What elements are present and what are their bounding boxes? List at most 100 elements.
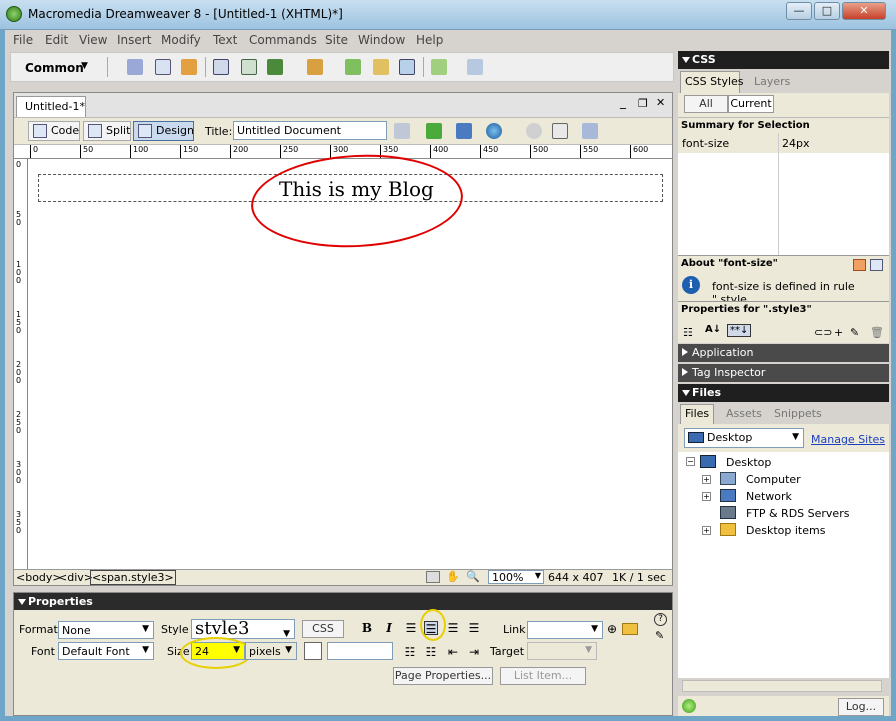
image-icon[interactable] — [267, 59, 283, 75]
globe-icon[interactable] — [486, 123, 502, 139]
menu-modify[interactable]: Modify — [161, 33, 201, 47]
named-anchor-icon[interactable] — [181, 59, 197, 75]
unordered-list-icon[interactable]: ☷ — [403, 645, 417, 659]
menu-commands[interactable]: Commands — [249, 33, 317, 47]
delete-icon[interactable]: 🗑 — [870, 326, 884, 339]
close-button[interactable]: ✕ — [842, 2, 886, 20]
email-link-icon[interactable] — [155, 59, 171, 75]
tab-snippets[interactable]: Snippets — [774, 407, 822, 420]
menu-text[interactable]: Text — [213, 33, 237, 47]
zoom-tool-icon[interactable]: 🔍 — [466, 570, 480, 583]
table-icon[interactable] — [213, 59, 229, 75]
comment-icon[interactable] — [373, 59, 389, 75]
show-list-icon[interactable] — [870, 259, 883, 271]
application-panel-header[interactable]: Application — [678, 344, 889, 362]
tab-files[interactable]: Files — [685, 407, 709, 420]
minimize-button[interactable]: — — [786, 2, 812, 20]
templates-icon[interactable] — [431, 59, 447, 75]
justify-icon[interactable]: ☰ — [467, 621, 481, 635]
tab-untitled-1[interactable]: Untitled-1* — [16, 96, 86, 117]
manage-sites-link[interactable]: Manage Sites — [811, 433, 885, 446]
help-icon[interactable]: ? — [654, 613, 667, 626]
div-icon[interactable] — [241, 59, 257, 75]
maximize-button[interactable]: □ — [814, 2, 840, 20]
current-mode-button[interactable]: Current — [728, 95, 774, 113]
expand-computer-icon[interactable]: + — [702, 475, 711, 484]
expand-network-icon[interactable]: + — [702, 492, 711, 501]
tab-css-styles[interactable]: CSS Styles — [685, 75, 744, 88]
tag-span-style3[interactable]: <span.style3> — [90, 570, 176, 585]
doc-close-icon[interactable]: ✕ — [656, 96, 665, 109]
property-value[interactable]: 24px — [782, 137, 810, 150]
ordered-list-icon[interactable]: ☷ — [424, 645, 438, 659]
menu-help[interactable]: Help — [416, 33, 443, 47]
design-view-button[interactable]: Design — [133, 121, 194, 141]
tag-inspector-panel-header[interactable]: Tag Inspector — [678, 364, 889, 382]
style-select[interactable]: stvle3 ▼ — [191, 619, 295, 639]
split-view-button[interactable]: Split — [83, 121, 131, 141]
page-properties-button[interactable]: Page Properties... — [393, 667, 493, 685]
property-name[interactable]: font-size — [682, 137, 729, 150]
tab-layers[interactable]: Layers — [754, 75, 790, 88]
target-select[interactable]: ▼ — [527, 642, 597, 660]
menu-view[interactable]: View — [79, 33, 107, 47]
view-options-icon[interactable] — [552, 123, 568, 139]
attach-stylesheet-icon[interactable]: ⊂⊃ — [814, 326, 832, 339]
zoom-select[interactable]: 100% ▼ — [488, 570, 544, 584]
visual-aids-icon[interactable] — [582, 123, 598, 139]
hand-tool-icon[interactable]: ✋ — [446, 570, 460, 583]
edit-icon[interactable]: ✎ — [655, 629, 664, 642]
design-canvas[interactable]: This is my Blog — [29, 149, 672, 569]
hyperlink-icon[interactable] — [127, 59, 143, 75]
align-right-icon[interactable]: ☰ — [446, 621, 460, 635]
tree-item-network[interactable]: Network — [746, 490, 792, 503]
refresh-design-icon[interactable] — [456, 123, 472, 139]
menu-edit[interactable]: Edit — [45, 33, 68, 47]
indent-icon[interactable]: ⇥ — [467, 645, 481, 659]
log-button[interactable]: Log... — [838, 698, 884, 716]
tag-body[interactable]: <body> — [16, 571, 62, 584]
set-properties-view-icon[interactable]: **↓ — [727, 324, 752, 337]
alpha-view-icon[interactable]: A↓ — [705, 324, 721, 335]
date-icon[interactable] — [345, 59, 361, 75]
menu-file[interactable]: File — [13, 33, 33, 47]
css-button[interactable]: CSS — [302, 620, 344, 638]
tag-div[interactable]: <div> — [58, 571, 93, 584]
site-select[interactable]: Desktop ▼ — [684, 428, 804, 448]
link-input[interactable]: ▼ — [527, 621, 603, 639]
menu-insert[interactable]: Insert — [117, 33, 151, 47]
code-view-button[interactable]: Code — [28, 121, 80, 141]
file-management-icon[interactable] — [394, 123, 410, 139]
font-select[interactable]: Default Font ▼ — [58, 642, 154, 660]
color-hex-input[interactable] — [327, 642, 393, 660]
show-category-icon[interactable] — [853, 259, 866, 271]
refresh-icon[interactable] — [526, 123, 542, 139]
outdent-icon[interactable]: ⇤ — [446, 645, 460, 659]
menu-window[interactable]: Window — [358, 33, 405, 47]
tag-chooser-icon[interactable] — [467, 59, 483, 75]
italic-button[interactable]: I — [382, 621, 396, 635]
tree-item-desktop-items[interactable]: Desktop items — [746, 524, 825, 537]
tree-item-computer[interactable]: Computer — [746, 473, 801, 486]
media-icon[interactable] — [307, 59, 323, 75]
horizontal-scrollbar[interactable] — [682, 680, 882, 692]
edit-style-icon[interactable]: ✎ — [850, 326, 859, 339]
expand-desktop-items-icon[interactable]: + — [702, 526, 711, 535]
doc-minimize-icon[interactable]: _ — [620, 95, 626, 109]
tree-item-ftp-rds-servers[interactable]: FTP & RDS Servers — [746, 507, 849, 520]
document-title-input[interactable]: Untitled Document — [233, 121, 387, 140]
head-icon[interactable] — [399, 59, 415, 75]
category-view-icon[interactable]: ☷ — [683, 326, 693, 339]
tab-assets[interactable]: Assets — [726, 407, 762, 420]
doc-restore-icon[interactable]: ❐ — [638, 97, 648, 110]
bold-button[interactable]: B — [360, 621, 374, 635]
color-picker-icon[interactable] — [304, 642, 322, 660]
menu-site[interactable]: Site — [325, 33, 348, 47]
format-select[interactable]: None ▼ — [58, 621, 154, 639]
point-to-file-icon[interactable]: ⊕ — [607, 622, 617, 636]
unit-select[interactable]: pixels ▼ — [245, 642, 297, 660]
new-rule-icon[interactable]: + — [834, 326, 843, 339]
list-item-button[interactable]: List Item... — [500, 667, 586, 685]
insert-category-select[interactable]: Common — [25, 61, 84, 75]
collapse-desktop-icon[interactable]: − — [686, 457, 695, 466]
